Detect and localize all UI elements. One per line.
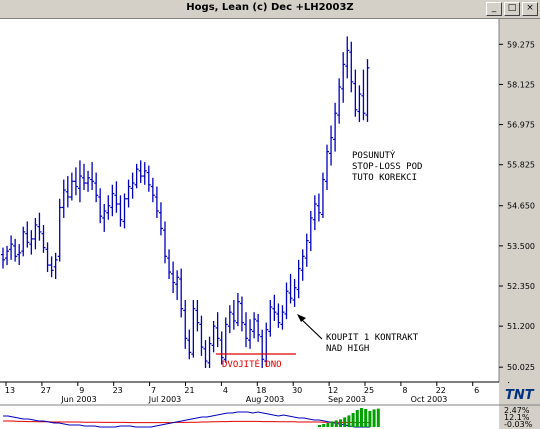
indicator-histogram-bar <box>372 409 376 427</box>
price-tick-label: 55.825 <box>507 161 535 170</box>
stop-loss-line-3: TUTO KOREKCI <box>352 173 417 183</box>
month-tick-label: Jul 2003 <box>148 395 182 404</box>
indicator-histogram-bar <box>339 419 342 427</box>
price-tick-label: 56.975 <box>507 121 535 130</box>
indicator-histogram-bar <box>368 411 372 427</box>
indicator-histogram-bar <box>318 425 321 427</box>
price-tick-label: 50.025 <box>507 363 535 372</box>
month-tick-label: Jun 2003 <box>60 395 96 404</box>
indicator-histogram-bar <box>347 415 351 427</box>
indicator-histogram-bar <box>355 410 359 427</box>
date-tick-label: 12 <box>328 386 338 395</box>
date-tick-label: 25 <box>364 386 374 395</box>
date-tick-label: 30 <box>292 386 302 395</box>
indicator-histogram-bar <box>360 408 363 427</box>
date-tick-label: 4 <box>223 386 228 395</box>
date-tick-label: 13 <box>5 386 15 395</box>
price-tick-label: 58.125 <box>507 80 535 89</box>
indicator-histogram-bar <box>330 421 334 427</box>
date-tick-label: 27 <box>41 386 51 395</box>
indicator-histogram-bar <box>351 413 355 427</box>
indicator-histogram-bar <box>343 417 347 427</box>
price-tick-label: 52.350 <box>507 282 535 291</box>
readout-3: -0.03% <box>504 420 533 429</box>
month-tick-label: Aug 2003 <box>246 395 285 404</box>
date-tick-label: 18 <box>256 386 266 395</box>
date-tick-label: 23 <box>113 386 123 395</box>
stop-loss-line-2: STOP-LOSS POD <box>352 162 422 172</box>
date-axis: 1327923721418301225822620Jun 2003Jul 200… <box>0 381 518 405</box>
month-tick-label: Sep 2003 <box>328 395 366 404</box>
date-tick-label: 9 <box>79 386 84 395</box>
logo-text: TNT <box>505 388 535 403</box>
stop-loss-line-1: POSUNUTÝ <box>352 149 396 161</box>
price-tick-label: 53.500 <box>507 242 535 251</box>
date-tick-label: 21 <box>184 386 194 395</box>
double-bottom-label: DVOJITÉ DNO <box>222 358 282 370</box>
price-tick-label: 59.275 <box>507 40 535 49</box>
date-tick-label: 7 <box>151 386 156 395</box>
indicator-histogram-bar <box>364 409 368 427</box>
indicator-histogram-bar <box>326 423 330 427</box>
date-tick-label: 8 <box>402 386 407 395</box>
indicator-histogram-bar <box>334 420 338 427</box>
buy-line-2: NAD HIGH <box>326 344 369 354</box>
month-tick-label: Oct 2003 <box>411 395 448 404</box>
date-tick-label: 6 <box>474 386 479 395</box>
price-chart: 59.275 58.125 56.975 55.825 54.650 53.500 52.3… <box>0 19 540 429</box>
indicator-histogram-bar <box>376 408 380 427</box>
date-tick-label: 22 <box>436 386 446 395</box>
price-tick-label: 54.650 <box>507 202 535 211</box>
indicator-histogram-bar <box>322 424 326 427</box>
tnt-logo: TNT <box>501 383 539 403</box>
price-tick-label: 51.200 <box>507 322 535 331</box>
buy-line-1: KOUPIT 1 KONTRAKT <box>326 333 419 343</box>
price-axis-labels: 59.275 58.125 56.975 55.825 54.650 53.500 52.3… <box>499 40 535 372</box>
indicator-readout: 2.47% 12.1% -0.03% <box>504 406 533 429</box>
